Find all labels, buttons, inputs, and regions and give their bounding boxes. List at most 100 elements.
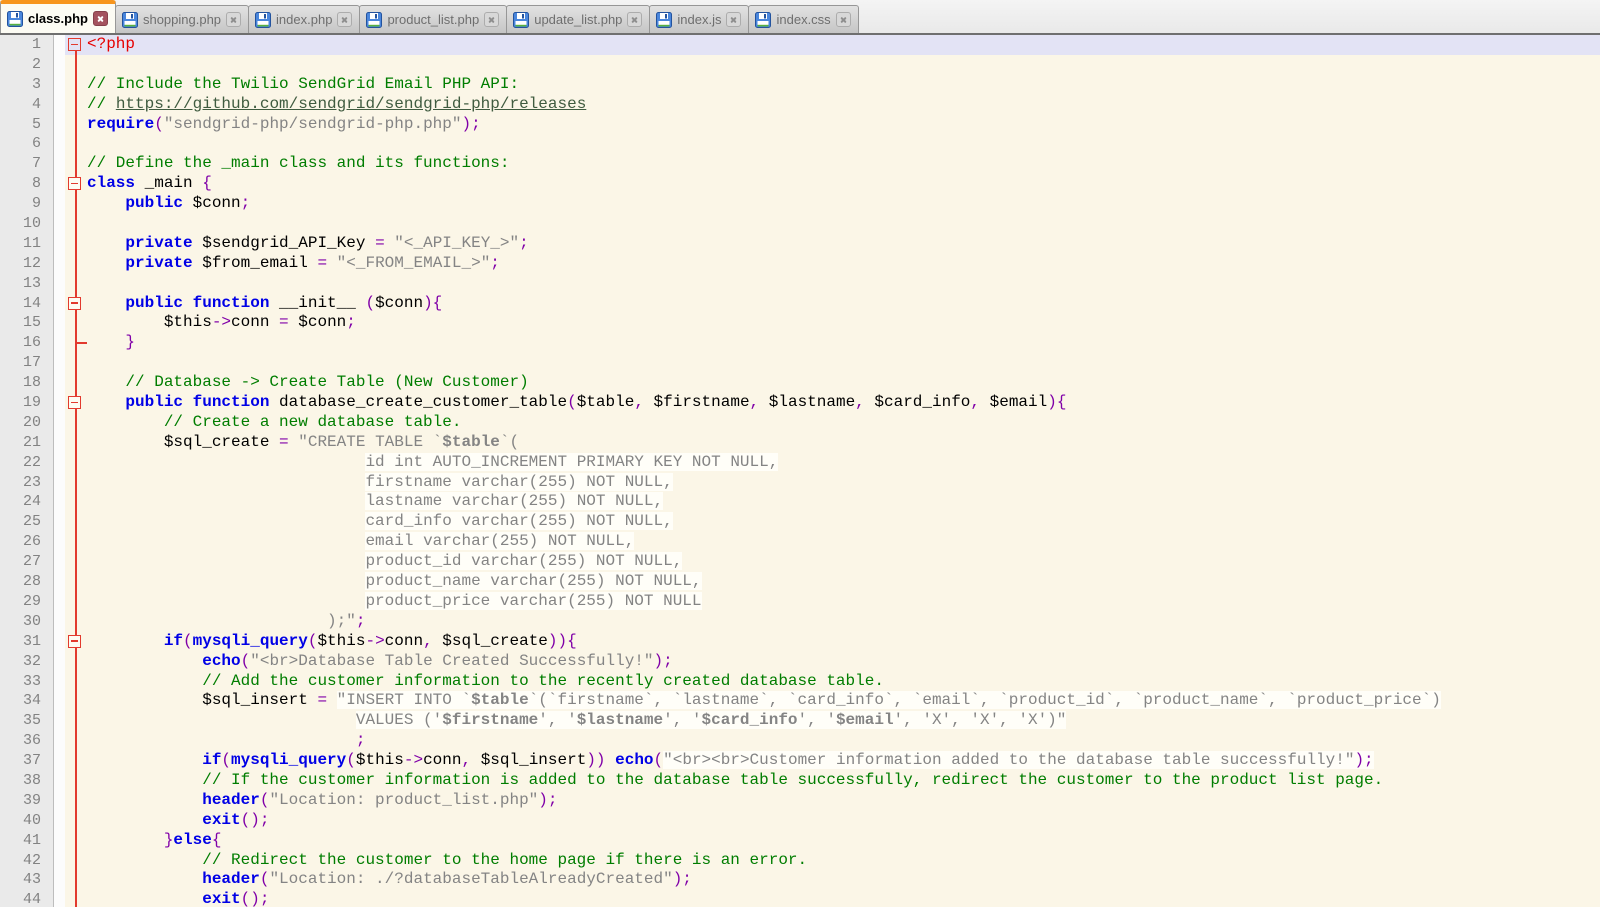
code-line[interactable]: 11 private $sendgrid_API_Key = "<_API_KE… [0, 234, 1600, 254]
bookmark-margin[interactable] [54, 691, 65, 711]
fold-margin[interactable] [65, 95, 87, 115]
code-text[interactable]: } [87, 333, 1600, 353]
bookmark-margin[interactable] [54, 134, 65, 154]
fold-margin[interactable] [65, 254, 87, 274]
fold-margin[interactable] [65, 711, 87, 731]
bookmark-margin[interactable] [54, 632, 65, 652]
tab-product-list-php[interactable]: product_list.php [359, 5, 507, 33]
fold-margin[interactable] [65, 572, 87, 592]
code-line[interactable]: 17 [0, 353, 1600, 373]
code-text[interactable]: }else{ [87, 831, 1600, 851]
fold-margin[interactable] [65, 115, 87, 135]
code-text[interactable]: firstname varchar(255) NOT NULL, [87, 473, 1600, 493]
code-text[interactable]: header("Location: ./?databaseTableAlread… [87, 870, 1600, 890]
fold-margin[interactable] [65, 353, 87, 373]
code-line[interactable]: 25 card_info varchar(255) NOT NULL, [0, 512, 1600, 532]
code-line[interactable]: 29 product_price varchar(255) NOT NULL [0, 592, 1600, 612]
fold-margin[interactable] [65, 870, 87, 890]
code-line[interactable]: 41 }else{ [0, 831, 1600, 851]
bookmark-margin[interactable] [54, 254, 65, 274]
code-line[interactable]: 7// Define the _main class and its funct… [0, 154, 1600, 174]
fold-collapse-icon[interactable] [68, 635, 81, 648]
code-text[interactable]: exit(); [87, 890, 1600, 907]
code-line[interactable]: 44 exit(); [0, 890, 1600, 907]
fold-margin[interactable] [65, 691, 87, 711]
code-line[interactable]: 22 id int AUTO_INCREMENT PRIMARY KEY NOT… [0, 453, 1600, 473]
bookmark-margin[interactable] [54, 890, 65, 907]
code-text[interactable] [87, 55, 1600, 75]
code-line[interactable]: 28 product_name varchar(255) NOT NULL, [0, 572, 1600, 592]
bookmark-margin[interactable] [54, 672, 65, 692]
fold-margin[interactable] [65, 652, 87, 672]
code-text[interactable]: $sql_create = "CREATE TABLE `$table`( [87, 433, 1600, 453]
fold-margin[interactable] [65, 791, 87, 811]
bookmark-margin[interactable] [54, 433, 65, 453]
code-text[interactable]: if(mysqli_query($this->conn, $sql_create… [87, 632, 1600, 652]
code-text[interactable] [87, 274, 1600, 294]
bookmark-margin[interactable] [54, 771, 65, 791]
bookmark-margin[interactable] [54, 234, 65, 254]
code-line[interactable]: 14 public function __init__ ($conn){ [0, 294, 1600, 314]
code-line[interactable]: 38 // If the customer information is add… [0, 771, 1600, 791]
code-line[interactable]: 9 public $conn; [0, 194, 1600, 214]
code-text[interactable]: echo("<br>Database Table Created Success… [87, 652, 1600, 672]
bookmark-margin[interactable] [54, 154, 65, 174]
code-line[interactable]: 24 lastname varchar(255) NOT NULL, [0, 492, 1600, 512]
tab-class-php[interactable]: class.php [0, 0, 116, 33]
bookmark-margin[interactable] [54, 393, 65, 413]
fold-margin[interactable] [65, 393, 87, 413]
fold-margin[interactable] [65, 55, 87, 75]
code-line[interactable]: 39 header("Location: product_list.php"); [0, 791, 1600, 811]
bookmark-margin[interactable] [54, 453, 65, 473]
code-text[interactable]: // Add the customer information to the r… [87, 672, 1600, 692]
bookmark-margin[interactable] [54, 473, 65, 493]
fold-collapse-icon[interactable] [68, 396, 81, 409]
bookmark-margin[interactable] [54, 95, 65, 115]
code-text[interactable]: card_info varchar(255) NOT NULL, [87, 512, 1600, 532]
code-line[interactable]: 43 header("Location: ./?databaseTableAlr… [0, 870, 1600, 890]
code-text[interactable]: id int AUTO_INCREMENT PRIMARY KEY NOT NU… [87, 453, 1600, 473]
bookmark-margin[interactable] [54, 75, 65, 95]
tab-shopping-php[interactable]: shopping.php [115, 5, 249, 33]
code-text[interactable]: // Redirect the customer to the home pag… [87, 851, 1600, 871]
fold-margin[interactable] [65, 174, 87, 194]
bookmark-margin[interactable] [54, 592, 65, 612]
fold-margin[interactable] [65, 731, 87, 751]
code-line[interactable]: 13 [0, 274, 1600, 294]
code-text[interactable]: // https://github.com/sendgrid/sendgrid-… [87, 95, 1600, 115]
tab-update-list-php[interactable]: update_list.php [506, 5, 650, 33]
bookmark-margin[interactable] [54, 214, 65, 234]
fold-margin[interactable] [65, 134, 87, 154]
fold-margin[interactable] [65, 373, 87, 393]
bookmark-margin[interactable] [54, 294, 65, 314]
code-editor[interactable]: 1<?php23// Include the Twilio SendGrid E… [0, 35, 1600, 907]
fold-margin[interactable] [65, 294, 87, 314]
bookmark-margin[interactable] [54, 35, 65, 55]
fold-margin[interactable] [65, 831, 87, 851]
code-line[interactable]: 40 exit(); [0, 811, 1600, 831]
code-line[interactable]: 18 // Database -> Create Table (New Cust… [0, 373, 1600, 393]
fold-margin[interactable] [65, 552, 87, 572]
code-text[interactable]: $sql_insert = "INSERT INTO `$table`(`fir… [87, 691, 1600, 711]
code-line[interactable]: 34 $sql_insert = "INSERT INTO `$table`(`… [0, 691, 1600, 711]
code-line[interactable]: 2 [0, 55, 1600, 75]
bookmark-margin[interactable] [54, 55, 65, 75]
code-text[interactable]: VALUES ('$firstname', '$lastname', '$car… [87, 711, 1600, 731]
fold-margin[interactable] [65, 433, 87, 453]
fold-margin[interactable] [65, 592, 87, 612]
fold-margin[interactable] [65, 333, 87, 353]
close-icon[interactable] [484, 12, 499, 27]
code-line[interactable]: 36 ; [0, 731, 1600, 751]
code-text[interactable]: ; [87, 731, 1600, 751]
code-text[interactable]: public function __init__ ($conn){ [87, 294, 1600, 314]
close-icon[interactable] [726, 12, 741, 27]
bookmark-margin[interactable] [54, 115, 65, 135]
code-text[interactable] [87, 214, 1600, 234]
code-line[interactable]: 8class _main { [0, 174, 1600, 194]
code-text[interactable]: class _main { [87, 174, 1600, 194]
code-text[interactable]: // Database -> Create Table (New Custome… [87, 373, 1600, 393]
code-line[interactable]: 4// https://github.com/sendgrid/sendgrid… [0, 95, 1600, 115]
code-text[interactable]: // Include the Twilio SendGrid Email PHP… [87, 75, 1600, 95]
bookmark-margin[interactable] [54, 851, 65, 871]
fold-margin[interactable] [65, 751, 87, 771]
